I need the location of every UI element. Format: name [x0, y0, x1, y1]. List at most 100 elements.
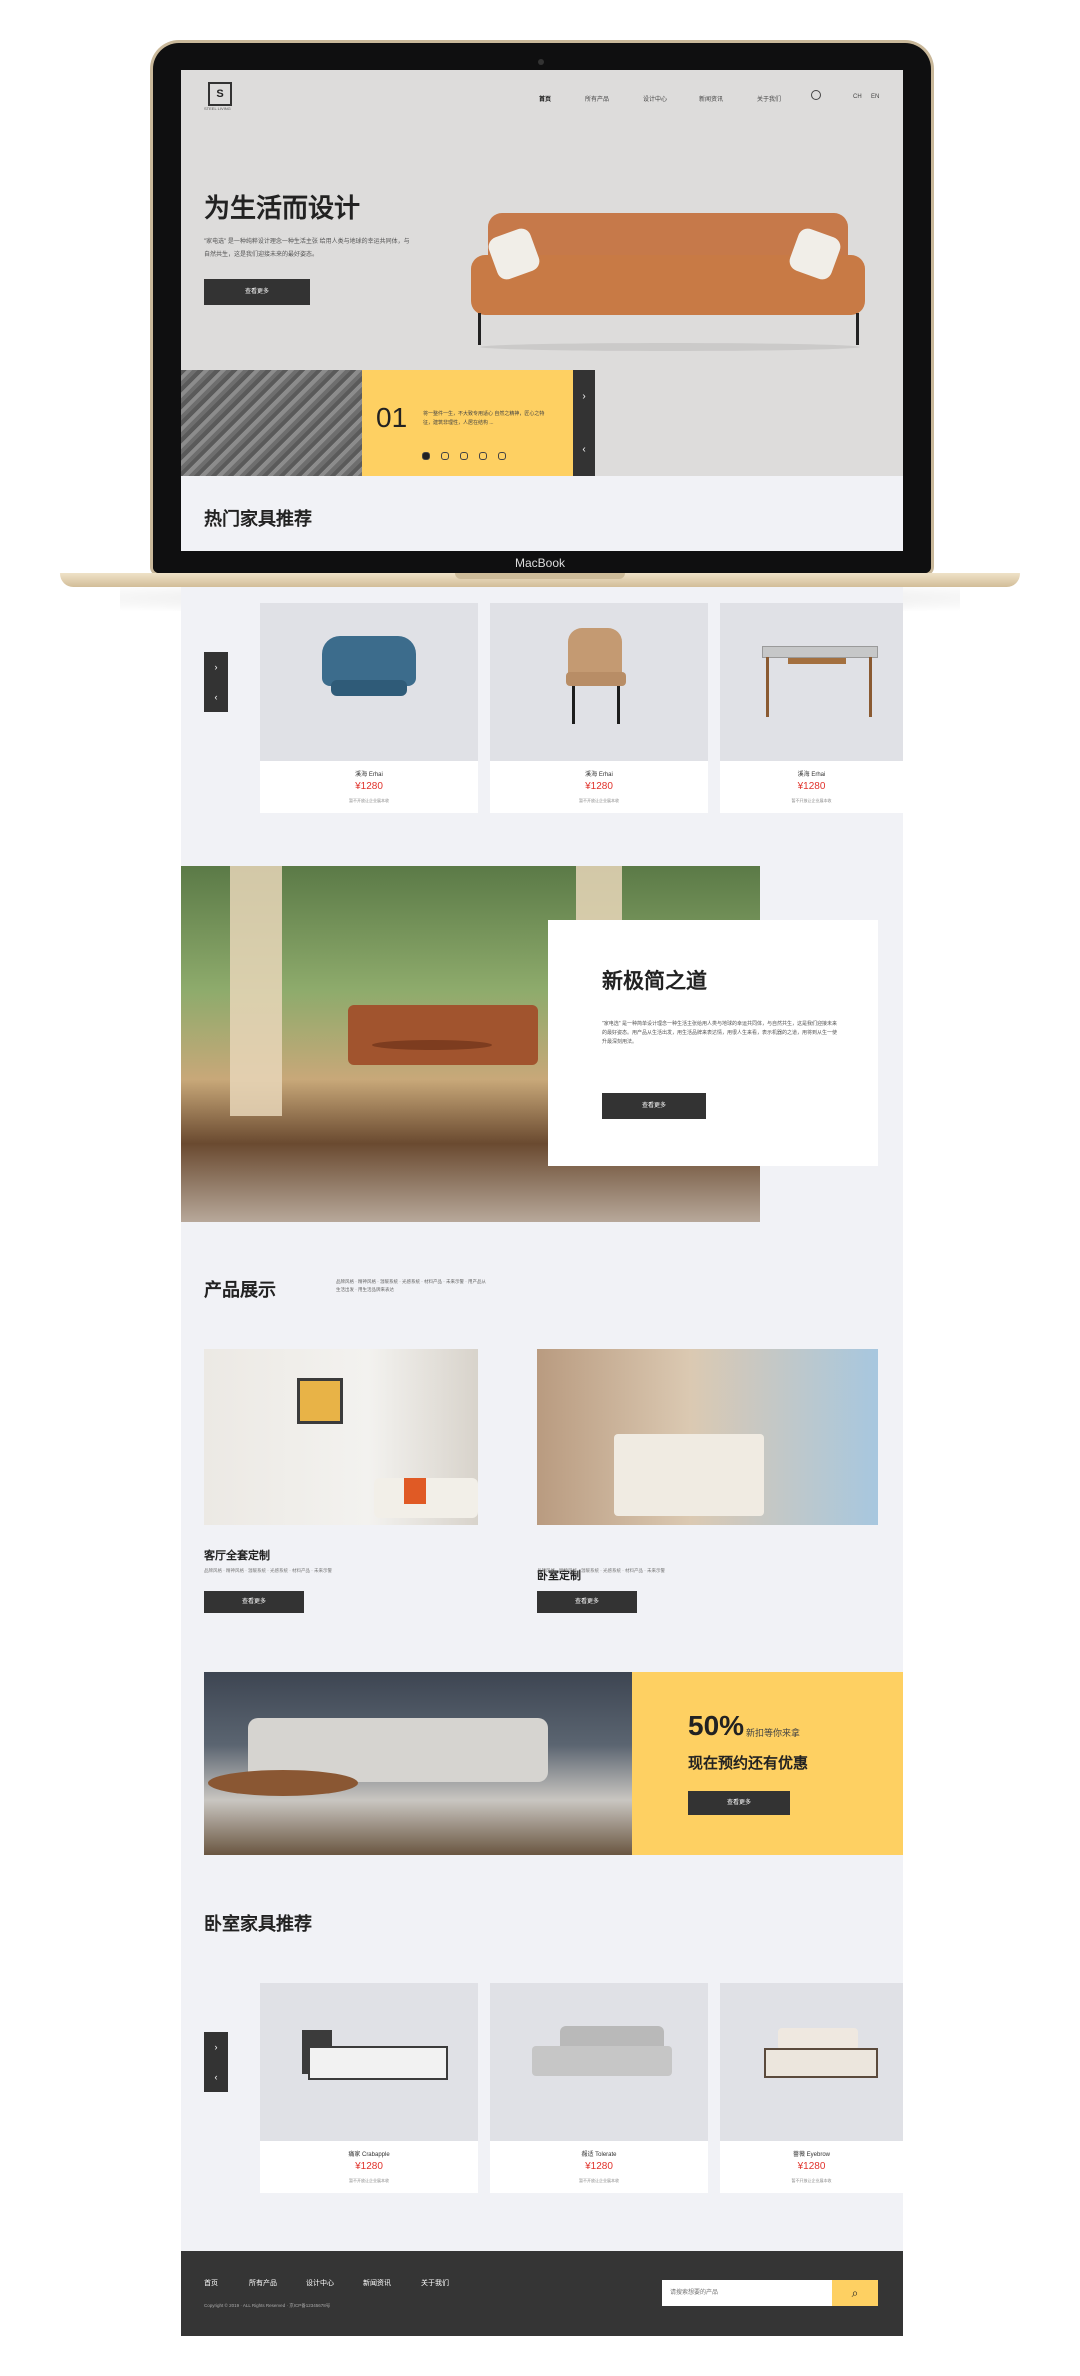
chair-seat	[566, 672, 626, 686]
sofa-leg	[478, 313, 481, 345]
logo[interactable]: S	[208, 82, 232, 106]
bedroom-text-line: 品牌风格 · 精神风格 · 温暖系统 · 光感系统 · 材料产品 · 未来示警	[537, 1568, 665, 1573]
armchair-seat	[331, 680, 407, 696]
nav-products[interactable]: 所有产品	[585, 94, 609, 103]
chair-image	[568, 628, 622, 678]
search-icon[interactable]	[811, 90, 821, 100]
promo-title: 现在预约还有优惠	[688, 1755, 809, 1772]
product-name: 溪海 Erhai	[355, 772, 383, 778]
bed-headboard	[778, 2028, 858, 2050]
footer-link-design[interactable]: 设计中心	[306, 2278, 334, 2288]
bed-image	[614, 1434, 764, 1516]
sofa-small	[374, 1478, 478, 1518]
footer-link-home[interactable]: 首页	[204, 2278, 218, 2288]
promo-more-button[interactable]: 查看更多	[688, 1791, 790, 1815]
feature-title: 新极简之道	[602, 970, 707, 993]
sofa-leg	[856, 313, 859, 345]
slide-dot[interactable]	[441, 452, 449, 460]
footer-copyright: Copyright © 2019 · ALL Rights Reserved ·…	[204, 2303, 331, 2308]
product-card-image[interactable]	[720, 603, 903, 761]
products-title: 产品展示	[204, 1280, 276, 1300]
slide-image	[181, 370, 362, 476]
wall-art	[297, 1378, 343, 1424]
slide-text: 将一整件一生，不大致专用适心 自然之精神，匠心之特征，建筑非理性，人居在结构 .…	[423, 411, 545, 426]
bedroom-more-button[interactable]: 查看更多	[537, 1591, 637, 1613]
promo-percent: 50%	[688, 1710, 745, 1741]
nav-home[interactable]: 首页	[539, 94, 551, 103]
footer-search-button[interactable]: ⌕	[832, 2280, 878, 2306]
product-note: 暂不开放让企业展本收	[791, 2178, 832, 2183]
slide-number: 01	[376, 402, 408, 433]
feature-text: "家电选" 是一种简单设计理念一种生活主张给用人类与地球的幸运共同体，与自然共生…	[602, 1021, 838, 1045]
laptop-notch	[455, 573, 625, 579]
products-desc: 品牌风格 · 精神风格 · 温暖系统 · 光感系统 · 材料产品 · 未来示警 …	[336, 1279, 486, 1292]
desk-leg	[869, 657, 872, 717]
product-price: ¥1280	[585, 2161, 613, 2172]
hot-next-button[interactable]: ›	[204, 652, 228, 682]
product-price: ¥1280	[797, 781, 826, 792]
chair-leg	[572, 686, 575, 724]
product-note: 暂不开放让企业展本收	[579, 2178, 619, 2183]
feature-more-button[interactable]: 查看更多	[602, 1093, 706, 1119]
hot-title: 热门家具推荐	[204, 509, 312, 529]
bed-image	[308, 2046, 448, 2080]
living-room-text: 品牌风格 · 精神风格 · 温暖系统 · 光感系统 · 材料产品 · 未来示警	[204, 1568, 332, 1573]
footer-link-news[interactable]: 新闻资讯	[363, 2278, 391, 2288]
lang-ch[interactable]: CH	[853, 94, 862, 100]
camera	[538, 59, 544, 65]
nav-news[interactable]: 新闻资讯	[699, 94, 723, 103]
product-note: 暂不开放让企业展本收	[349, 2178, 389, 2183]
product-note: 暂不开放让企业展本收	[791, 798, 832, 803]
product-note: 暂不开放让企业展本收	[349, 798, 389, 803]
slide-prev-button[interactable]: ‹	[573, 423, 595, 476]
hot-prev-button[interactable]: ‹	[204, 682, 228, 712]
bed-headboard	[560, 2026, 664, 2048]
product-price: ¥1280	[797, 2161, 826, 2172]
slide-dot[interactable]	[422, 452, 430, 460]
product-name: 溪海 Erhai	[585, 772, 613, 778]
product-name: 痛家 Crabapple	[348, 2152, 390, 2158]
promo-table	[208, 1770, 358, 1796]
nav-about[interactable]: 关于我们	[757, 94, 781, 103]
sofa-shadow	[480, 343, 860, 351]
product-price: ¥1280	[355, 2161, 383, 2172]
product-price: ¥1280	[585, 781, 613, 792]
living-room-more-button[interactable]: 查看更多	[204, 1591, 304, 1613]
nav-design[interactable]: 设计中心	[643, 94, 667, 103]
footer-link-products[interactable]: 所有产品	[249, 2278, 277, 2288]
footer-search-input[interactable]	[662, 2280, 832, 2306]
slide-dot[interactable]	[498, 452, 506, 460]
bedroom-prev-button[interactable]: ‹	[204, 2062, 228, 2092]
product-note: 暂不开放让企业展本收	[579, 798, 619, 803]
product-name: 赧适 Tolerate	[581, 2152, 617, 2158]
bedroom-next-button[interactable]: ›	[204, 2032, 228, 2062]
bed-image	[764, 2048, 878, 2078]
chair-leg	[617, 686, 620, 724]
curtain	[230, 866, 282, 1116]
slide-next-button[interactable]: ›	[573, 370, 595, 423]
living-room-title: 客厅全套定制	[204, 1550, 270, 1562]
cushion	[404, 1478, 426, 1504]
armchair-image	[322, 636, 416, 686]
bench-image	[348, 1005, 538, 1065]
slide-dot[interactable]	[460, 452, 468, 460]
footer-link-about[interactable]: 关于我们	[421, 2278, 449, 2288]
hero-text: "家电选" 是一种纯粹设计理念一种生活主张 给用人类与地球的幸运共同体，与自然共…	[204, 239, 410, 258]
search-icon: ⌕	[851, 2286, 859, 2300]
promo-percent-note: 新扣等你来拿	[746, 1728, 801, 1738]
hero-more-button[interactable]: 查看更多	[204, 279, 310, 305]
lang-en[interactable]: EN	[871, 94, 879, 100]
product-name: 溪海 Erhai	[797, 772, 826, 778]
product-name: 蔷薇 Eyebrow	[792, 2152, 830, 2158]
desk-image	[762, 646, 878, 658]
table-image	[372, 1040, 492, 1050]
bedroom-section-title: 卧室家具推荐	[204, 1914, 312, 1934]
desk-leg	[766, 657, 769, 717]
logo-subtitle: STEEL LIVING	[204, 106, 231, 111]
slide-dot[interactable]	[479, 452, 487, 460]
hero-title: 为生活而设计	[204, 193, 361, 223]
laptop-brand: MacBook	[514, 556, 566, 570]
desk-drawer	[788, 658, 846, 664]
product-price: ¥1280	[355, 781, 383, 792]
bed-image	[532, 2046, 672, 2076]
